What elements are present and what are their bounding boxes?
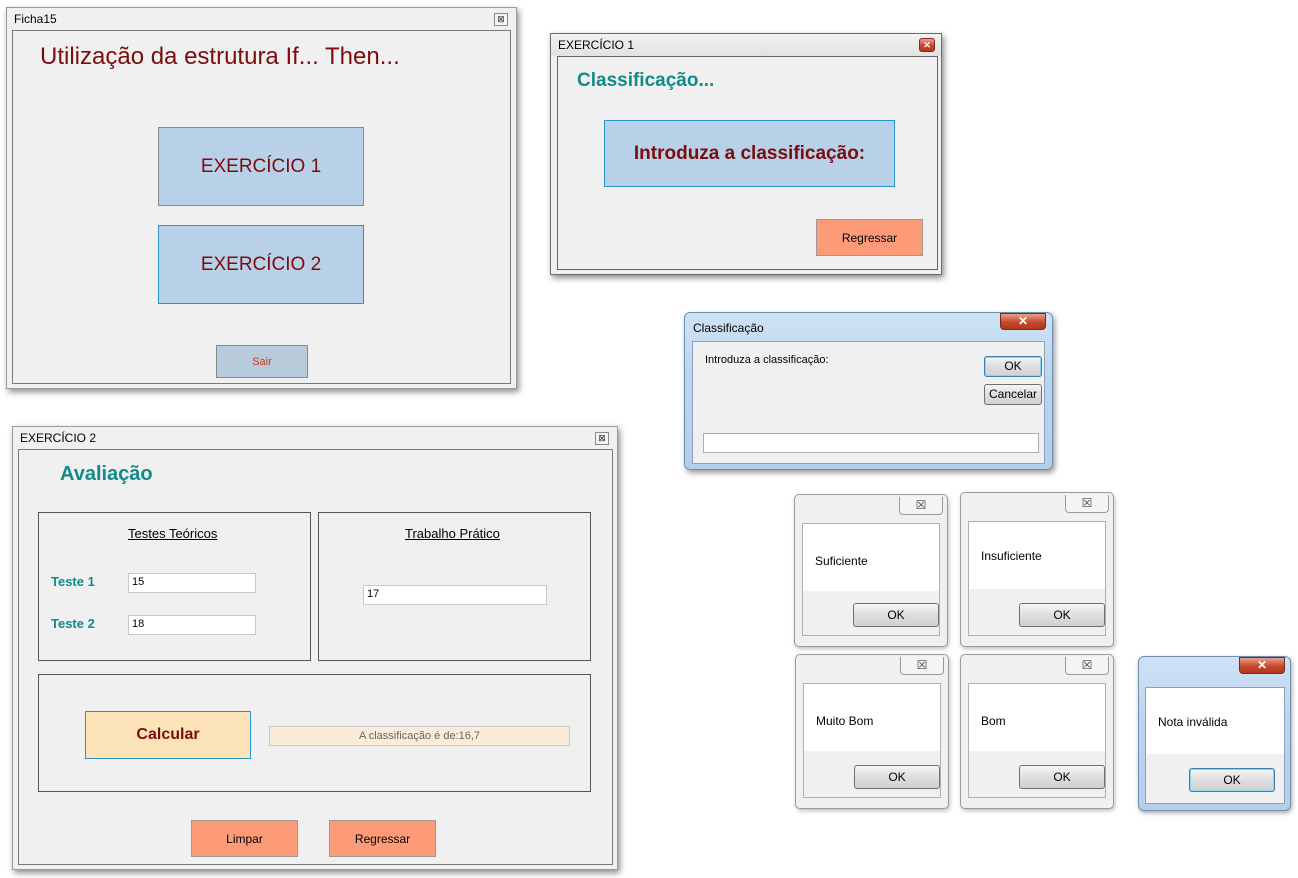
inputbox-close-icon[interactable]: ✕ [1000, 313, 1046, 330]
msgbox-body: Suficiente OK [802, 523, 940, 636]
msgbox-close-icon[interactable]: ☒ [900, 657, 944, 675]
msgbox-body: Muito Bom OK [803, 683, 941, 798]
exercicio2-regressar-button[interactable]: Regressar [329, 820, 436, 857]
teste1-label: Teste 1 [51, 574, 95, 589]
msgbox-muito-bom: ☒ Muito Bom OK [795, 654, 949, 809]
inputbox-ok-button[interactable]: OK [984, 356, 1042, 377]
msgbox-ok-button[interactable]: OK [1019, 603, 1105, 627]
msgbox-ok-button[interactable]: OK [1019, 765, 1105, 789]
exercicio2-close-icon[interactable]: ⊠ [595, 432, 609, 445]
inputbox-cancel-button[interactable]: Cancelar [984, 384, 1042, 405]
testes-teoricos-group: Testes Teóricos Teste 1 15 Teste 2 18 [38, 512, 311, 661]
msgbox-message: Suficiente [815, 554, 868, 568]
exercicio2-window: EXERCÍCIO 2 ⊠ Avaliação Testes Teóricos … [12, 426, 618, 870]
calcular-button[interactable]: Calcular [85, 711, 251, 759]
msgbox-message: Insuficiente [981, 549, 1042, 563]
msgbox-body: Nota inválida OK [1145, 687, 1285, 804]
msgbox-close-icon[interactable]: ☒ [1065, 657, 1109, 675]
sair-button[interactable]: Sair [216, 345, 308, 378]
msgbox-message: Muito Bom [816, 714, 874, 728]
msgbox-body: Insuficiente OK [968, 521, 1106, 636]
msgbox-ok-button[interactable]: OK [853, 603, 939, 627]
trabalho-pratico-group: Trabalho Prático 17 [318, 512, 591, 661]
ficha15-window: Ficha15 ⊠ Utilização da estrutura If... … [6, 7, 517, 389]
exercicio1-heading: Classificação... [577, 70, 715, 91]
msgbox-close-icon[interactable]: ☒ [1065, 495, 1109, 513]
teste1-input[interactable]: 15 [128, 573, 256, 593]
ficha15-title: Ficha15 [14, 12, 57, 26]
limpar-button[interactable]: Limpar [191, 820, 298, 857]
inputbox-client: Introduza a classificação: OK Cancelar [692, 341, 1045, 464]
ficha15-client: Utilização da estrutura If... Then... EX… [12, 30, 511, 384]
introduza-classificacao-button[interactable]: Introduza a classificação: [604, 120, 895, 187]
teste2-label: Teste 2 [51, 616, 95, 631]
teste2-input[interactable]: 18 [128, 615, 256, 635]
exercicio2-heading: Avaliação [60, 463, 153, 485]
msgbox-nota-invalida: ✕ Nota inválida OK [1138, 656, 1291, 811]
inputbox-window: Classificação ✕ Introduza a classificaçã… [684, 312, 1053, 470]
msgbox-bom: ☒ Bom OK [960, 654, 1114, 809]
resultado-field: A classificação é de:16,7 [269, 726, 570, 746]
exercicio1-titlebar: EXERCÍCIO 1 [551, 34, 941, 56]
msgbox-insuficiente: ☒ Insuficiente OK [960, 492, 1114, 647]
exercicio2-client: Avaliação Testes Teóricos Teste 1 15 Tes… [18, 449, 613, 865]
ficha15-heading: Utilização da estrutura If... Then... [40, 43, 400, 70]
exercicio1-window: EXERCÍCIO 1 ✕ Classificação... Introduza… [550, 33, 942, 275]
msgbox-close-icon[interactable]: ✕ [1239, 657, 1285, 674]
exercicio2-title: EXERCÍCIO 2 [20, 431, 97, 445]
inputbox-title: Classificação [693, 321, 764, 335]
trabalho-pratico-label: Trabalho Prático [405, 526, 500, 541]
exercicio1-client: Classificação... Introduza a classificaç… [557, 56, 938, 270]
msgbox-suficiente: ☒ Suficiente OK [794, 494, 948, 647]
msgbox-ok-button[interactable]: OK [1189, 768, 1275, 792]
msgbox-body: Bom OK [968, 683, 1106, 798]
msgbox-ok-button[interactable]: OK [854, 765, 940, 789]
exercicio1-button[interactable]: EXERCÍCIO 1 [158, 127, 364, 206]
exercicio1-regressar-button[interactable]: Regressar [816, 219, 923, 256]
exercicio2-button[interactable]: EXERCÍCIO 2 [158, 225, 364, 304]
ficha15-titlebar: Ficha15 [7, 8, 516, 30]
testes-teoricos-label: Testes Teóricos [128, 526, 218, 541]
msgbox-message: Nota inválida [1158, 715, 1228, 729]
msgbox-message: Bom [981, 714, 1006, 728]
exercicio2-titlebar: EXERCÍCIO 2 [13, 427, 617, 449]
inputbox-text-field[interactable] [703, 433, 1039, 453]
calcular-group: Calcular A classificação é de:16,7 [38, 674, 591, 792]
msgbox-close-icon[interactable]: ☒ [899, 497, 943, 515]
exercicio1-title: EXERCÍCIO 1 [558, 38, 635, 52]
exercicio1-close-icon[interactable]: ✕ [919, 38, 935, 52]
inputbox-prompt: Introduza a classificação: [705, 354, 829, 366]
ficha15-close-icon[interactable]: ⊠ [494, 13, 508, 26]
trabalho-pratico-input[interactable]: 17 [363, 585, 547, 605]
